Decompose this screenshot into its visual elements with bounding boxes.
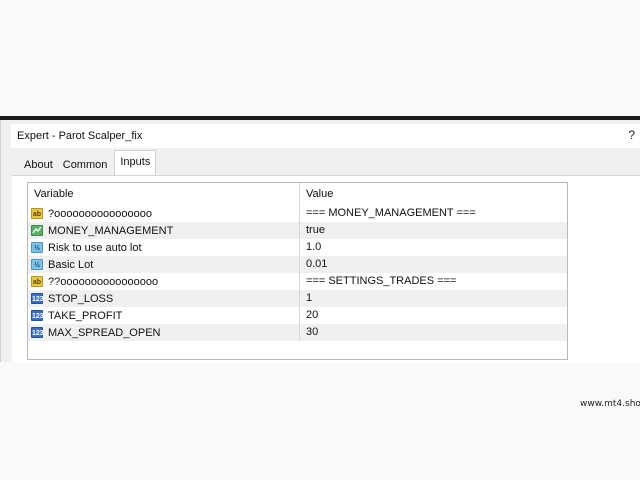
variable-name: Basic Lot (48, 258, 94, 271)
variable-cell: MONEY_MANAGEMENT (28, 222, 300, 239)
variable-cell: 123 TAKE_PROFIT (28, 307, 300, 324)
value-cell[interactable]: true (300, 222, 325, 239)
dialog-titlebar[interactable]: Expert - Parot Scalper_fix ? (11, 124, 640, 148)
int-icon: 123 (31, 293, 44, 304)
variable-name: TAKE_PROFIT (48, 309, 123, 322)
value-cell[interactable]: 30 (300, 324, 318, 341)
variable-cell: ab ?oooooooooooooooo (28, 205, 300, 222)
value-cell[interactable]: === SETTINGS_TRADES === (300, 273, 456, 290)
variable-name: MONEY_MANAGEMENT (48, 224, 174, 237)
column-header-value[interactable]: Value (300, 183, 333, 205)
variable-name: STOP_LOSS (48, 292, 114, 305)
table-row[interactable]: 123 STOP_LOSS 1 (28, 290, 567, 307)
variable-cell: ½ Risk to use auto lot (28, 239, 300, 256)
bool-icon-glyph (32, 226, 42, 234)
value-cell[interactable]: 20 (300, 307, 318, 324)
inputs-panel: Variable Value ab ?oooooooooooooooo === … (12, 175, 640, 409)
table-row[interactable]: ab ?oooooooooooooooo === MONEY_MANAGEMEN… (28, 205, 567, 222)
tab-about[interactable]: About (19, 154, 58, 175)
variable-name: Risk to use auto lot (48, 241, 142, 254)
variable-cell: ab ??oooooooooooooooo (28, 273, 300, 290)
double-icon: ½ (31, 259, 43, 270)
table-row[interactable]: ½ Basic Lot 0.01 (28, 256, 567, 273)
inputs-grid: Variable Value ab ?oooooooooooooooo === … (27, 182, 568, 360)
variable-name: MAX_SPREAD_OPEN (48, 326, 161, 339)
help-icon[interactable]: ? (628, 128, 635, 142)
expert-properties-dialog: Expert - Parot Scalper_fix ? About Commo… (0, 120, 640, 409)
int-icon: 123 (31, 310, 44, 321)
table-row[interactable]: 123 TAKE_PROFIT 20 (28, 307, 567, 324)
screen: Expert - Parot Scalper_fix ? About Commo… (0, 0, 640, 480)
dialog-title: Expert - Parot Scalper_fix (17, 130, 143, 142)
string-icon: ab (31, 208, 43, 219)
table-row[interactable]: ab ??oooooooooooooooo === SETTINGS_TRADE… (28, 273, 567, 290)
value-cell[interactable]: 1 (300, 290, 312, 307)
watermark-text: www.mt4.shop (580, 399, 640, 409)
variable-cell: 123 MAX_SPREAD_OPEN (28, 324, 300, 341)
variable-cell: ½ Basic Lot (28, 256, 300, 273)
column-header-variable[interactable]: Variable (28, 183, 300, 205)
variable-name: ?oooooooooooooooo (48, 207, 153, 220)
variable-cell: 123 STOP_LOSS (28, 290, 300, 307)
value-cell[interactable]: 0.01 (300, 256, 327, 273)
tab-inputs[interactable]: Inputs (114, 150, 157, 175)
table-row[interactable]: ½ Risk to use auto lot 1.0 (28, 239, 567, 256)
table-row[interactable]: MONEY_MANAGEMENT true (28, 222, 567, 239)
string-icon: ab (31, 276, 43, 287)
variable-name: ??oooooooooooooooo (48, 275, 159, 288)
tab-common[interactable]: Common (57, 154, 113, 175)
value-cell[interactable]: 1.0 (300, 239, 321, 256)
table-row[interactable]: 123 MAX_SPREAD_OPEN 30 (28, 324, 567, 341)
int-icon: 123 (31, 327, 44, 338)
value-cell[interactable]: === MONEY_MANAGEMENT === (300, 205, 476, 222)
grid-header: Variable Value (28, 183, 567, 205)
bool-icon (31, 225, 43, 236)
tab-bar: About Common Inputs (19, 150, 157, 175)
double-icon: ½ (31, 242, 43, 253)
